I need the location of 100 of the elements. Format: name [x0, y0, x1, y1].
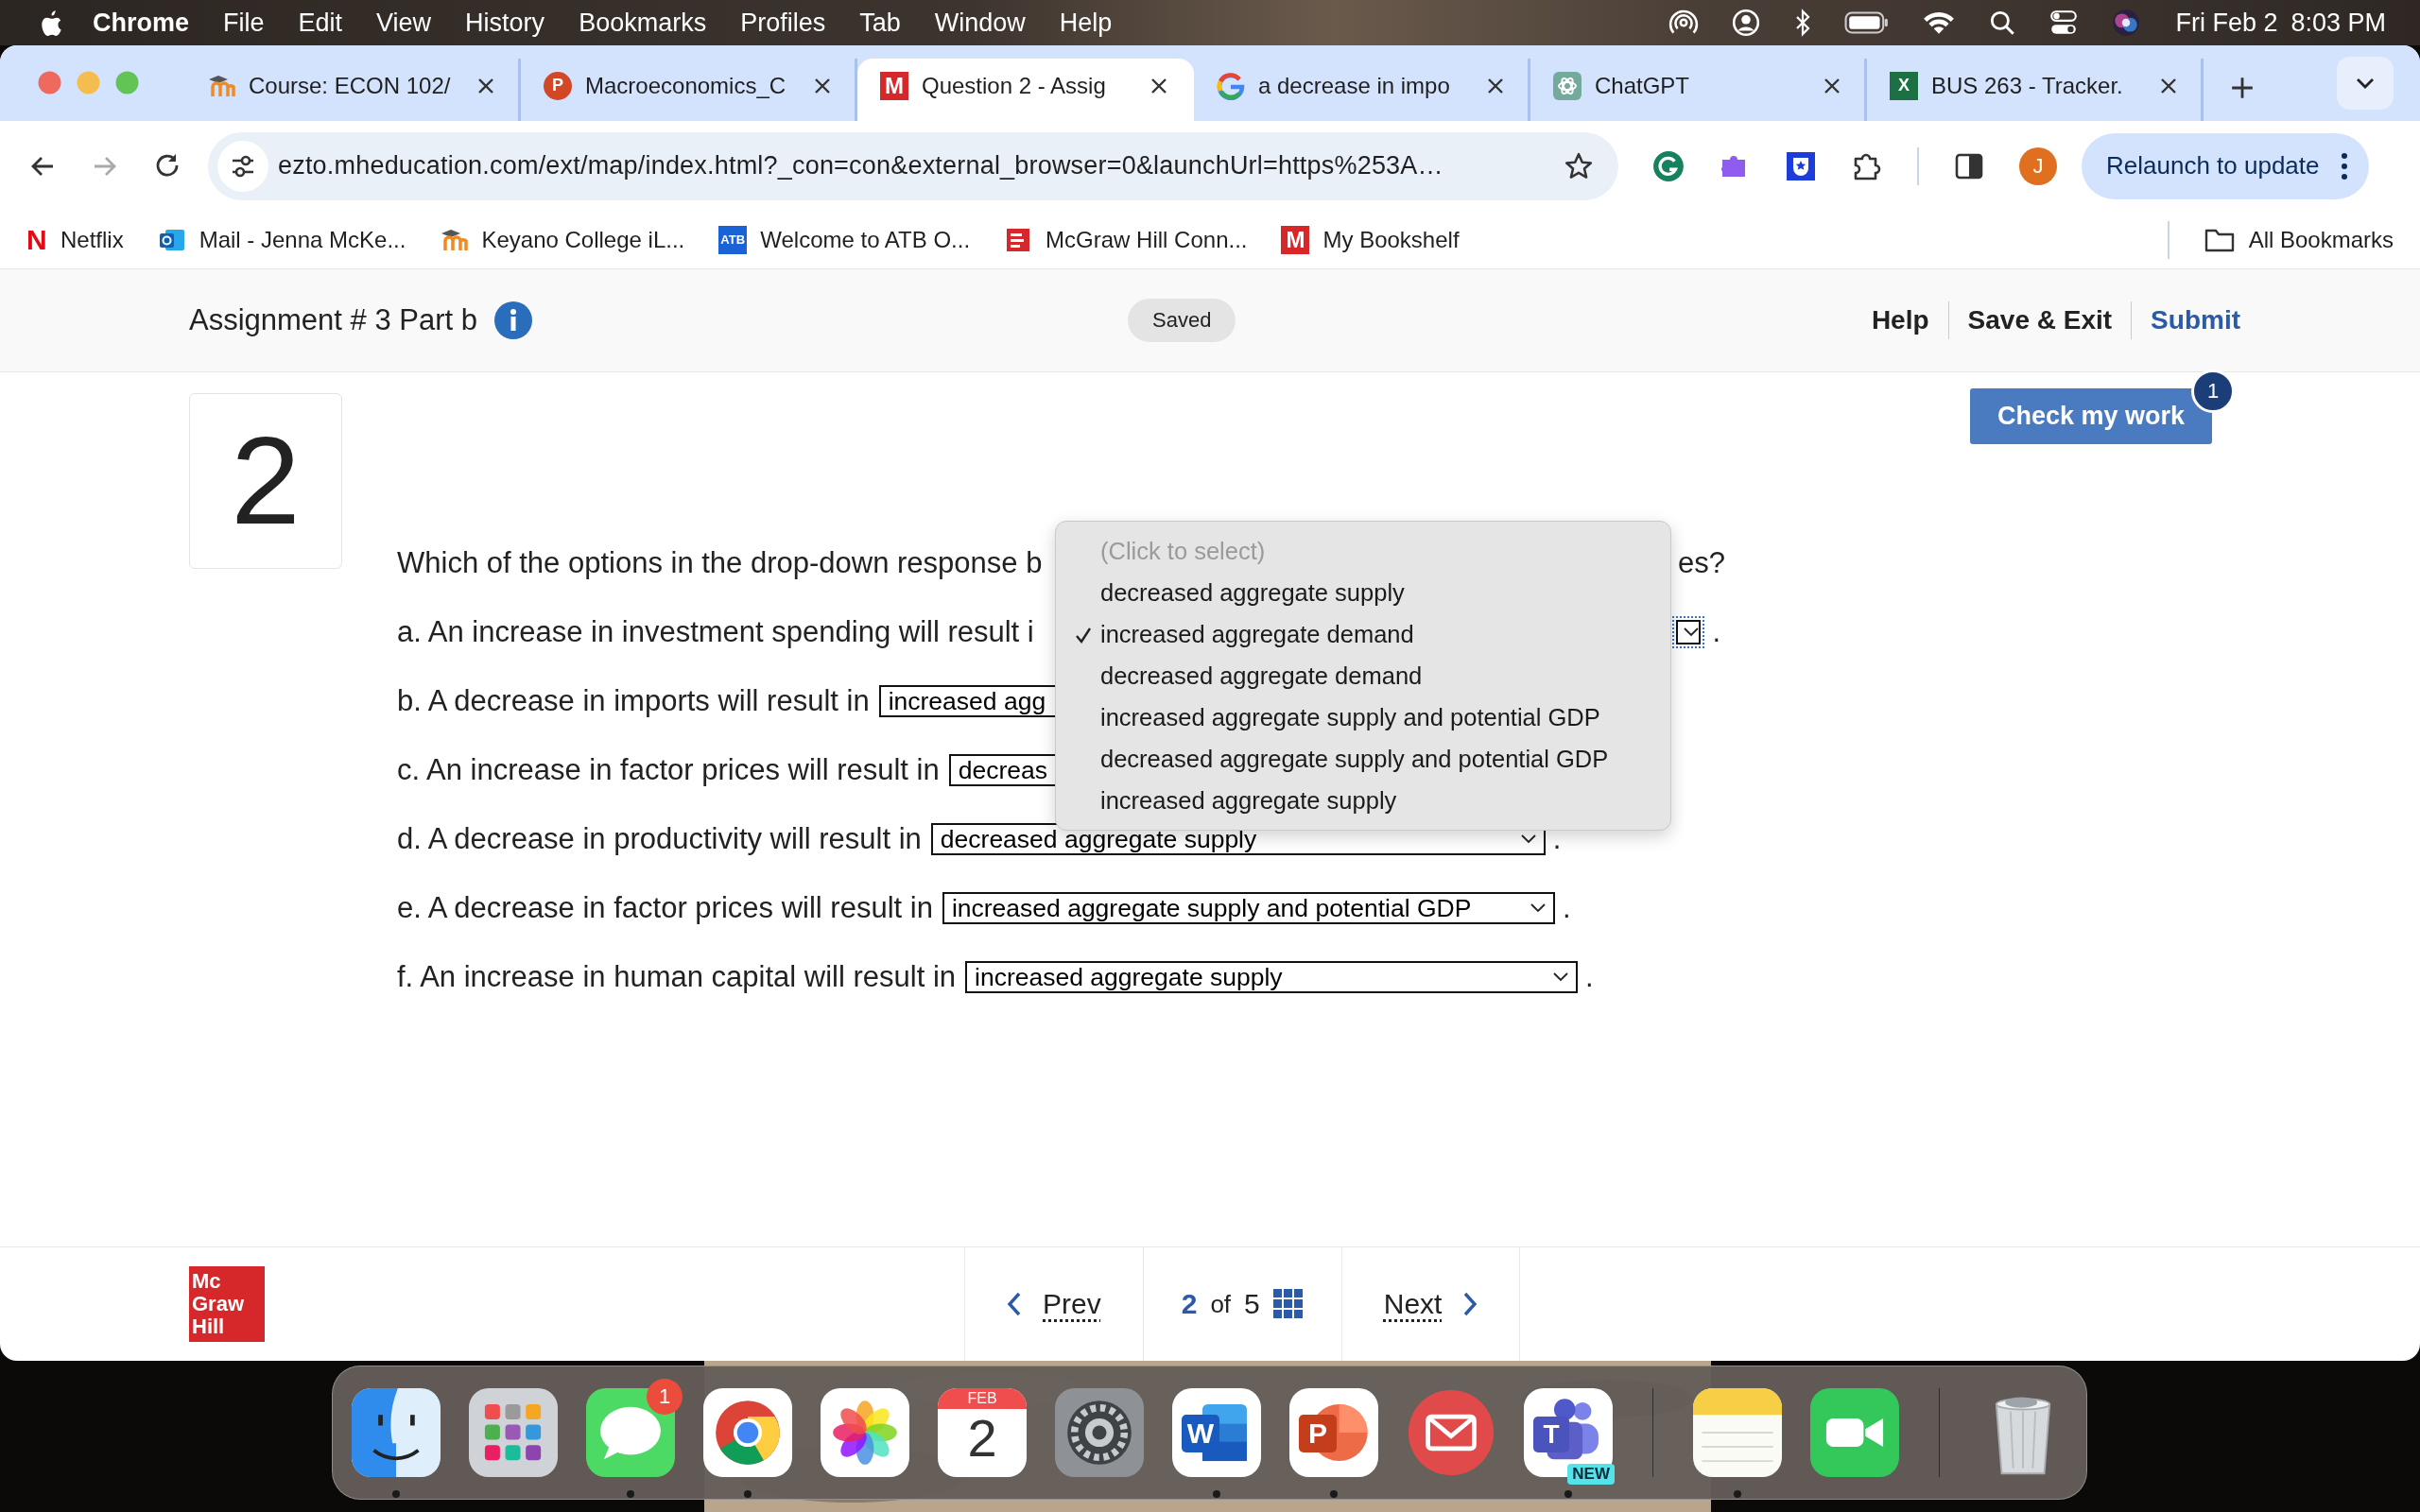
dropdown-option[interactable]: decreased aggregate supply: [1056, 572, 1670, 614]
menu-item[interactable]: Profiles: [740, 8, 826, 38]
question-item: b. A decrease in imports will result in: [397, 684, 870, 718]
browser-tab[interactable]: X BUS 263 - Tracker.: [1867, 58, 2204, 121]
close-icon[interactable]: [476, 76, 495, 95]
user-icon[interactable]: [1731, 8, 1762, 38]
question-number: 2: [189, 392, 342, 569]
wifi-icon[interactable]: [1922, 9, 1957, 36]
new-tab-icon[interactable]: [2230, 75, 2255, 100]
notepad-icon[interactable]: [1692, 1388, 1782, 1477]
menu-item[interactable]: Help: [1059, 8, 1113, 38]
browser-tab[interactable]: a decrease in impo: [1194, 58, 1530, 121]
chevron-down-icon: [1553, 972, 1568, 982]
bookmark[interactable]: Mail - Jenna McKe...: [157, 225, 406, 254]
browser-tab[interactable]: ChatGPT: [1530, 58, 1867, 121]
chevron-down-icon: [1684, 627, 1700, 637]
menu-item[interactable]: Chrome: [93, 8, 189, 38]
menu-item[interactable]: History: [465, 8, 545, 38]
question-item: d. A decrease in productivity will result in: [397, 822, 922, 856]
siri-icon[interactable]: [2111, 8, 2142, 38]
dropdown-option[interactable]: increased aggregate demand: [1056, 613, 1670, 656]
chevron-down-icon: [1530, 903, 1546, 913]
spreadsheet-icon: X: [1890, 71, 1918, 100]
calendar-icon[interactable]: FEB 2: [938, 1388, 1027, 1477]
apple-icon[interactable]: [40, 9, 64, 37]
shield-icon[interactable]: [1785, 149, 1817, 182]
face-icon[interactable]: [352, 1388, 441, 1477]
menu-bar-time[interactable]: 8:03 PM: [2290, 8, 2386, 38]
menu-item[interactable]: File: [223, 8, 265, 38]
notification-badge: 1: [647, 1379, 683, 1415]
notification-badge: NEW: [1567, 1464, 1615, 1485]
info-icon[interactable]: [494, 301, 532, 339]
gear-icon[interactable]: [1055, 1388, 1144, 1477]
close-icon[interactable]: [1486, 76, 1505, 95]
site-settings-icon[interactable]: [217, 140, 268, 192]
bookmark[interactable]: ATB Welcome to ATB O...: [718, 225, 971, 254]
answer-dropdown[interactable]: [1672, 616, 1705, 648]
menu-item[interactable]: Window: [934, 8, 1026, 38]
question-item: c. An increase in factor prices will result in: [397, 753, 940, 787]
battery-icon[interactable]: [1844, 10, 1891, 35]
browser-tab[interactable]: Course: ECON 102/: [184, 58, 521, 121]
question-text: Which of the options in the drop-down response b: [397, 546, 1043, 580]
period: .: [1585, 960, 1594, 994]
period: .: [1562, 891, 1571, 925]
browser-tab[interactable]: M Question 2 - Assig: [857, 58, 1194, 121]
question-item: f. An increase in human capital will result in: [397, 960, 956, 994]
close-icon[interactable]: [813, 76, 832, 95]
search-engine-icon: [1217, 71, 1245, 100]
envelope-icon[interactable]: [1407, 1388, 1495, 1477]
question-item: a. An increase in investment spending will result i: [397, 615, 1034, 649]
close-icon[interactable]: [1823, 76, 1841, 95]
answer-dropdown[interactable]: increased aggregate supply and potential GDP: [942, 892, 1555, 924]
chevron-down-icon: [2356, 77, 2375, 89]
question-item: e. A decrease in factor prices will result in: [397, 891, 933, 925]
bookmark[interactable]: McGraw Hill Conn...: [1004, 225, 1248, 254]
flower-icon[interactable]: [821, 1388, 909, 1477]
star-icon[interactable]: [1564, 150, 1594, 181]
bookmark-icon: ATB: [718, 225, 748, 254]
chevron-right-icon: [1462, 1292, 1478, 1317]
menu-item[interactable]: Bookmarks: [579, 8, 707, 38]
logo: Mc Graw Hill: [189, 1266, 265, 1343]
app-grid-icon[interactable]: [469, 1388, 558, 1477]
grid-icon: [1272, 1289, 1304, 1320]
knot-icon: [1553, 71, 1582, 100]
address-bar[interactable]: ezto.mheducation.com/ext/map/index.html?_con=con&external_browser=0&launchUrl=https%253A…: [208, 131, 1618, 200]
browser-icon[interactable]: [703, 1388, 792, 1477]
close-icon[interactable]: [2159, 76, 2178, 95]
header-link[interactable]: Submit: [2151, 304, 2240, 335]
more-icon[interactable]: [2340, 151, 2348, 180]
book-icon: M: [880, 71, 908, 100]
menu-item[interactable]: Tab: [859, 8, 901, 38]
relaunch-button[interactable]: Relaunch to update: [2082, 132, 2369, 199]
extension-icon[interactable]: [1652, 149, 1685, 182]
chat-bubble-icon[interactable]: [586, 1388, 675, 1477]
bookmark-icon: N: [26, 223, 47, 256]
presentation-icon: P: [544, 71, 572, 100]
all-bookmarks-button[interactable]: All Bookmarks: [2203, 226, 2394, 253]
menu-item[interactable]: View: [376, 8, 432, 38]
header-link[interactable]: Save & Exit: [1967, 304, 2113, 335]
bookmark[interactable]: M My Bookshelf: [1281, 225, 1460, 254]
bookmark[interactable]: N Netflix: [26, 223, 124, 256]
tab-search-button[interactable]: [2337, 56, 2394, 110]
chevron-left-icon: [1007, 1292, 1022, 1317]
video-camera-icon[interactable]: [1809, 1388, 1899, 1477]
document-icon[interactable]: W: [1172, 1388, 1261, 1477]
assignment-title: Assignment # 3 Part b: [189, 302, 477, 337]
question-text: es?: [1678, 546, 1725, 580]
answer-dropdown[interactable]: increased aggregate supply: [965, 961, 1578, 993]
menu-bar-date[interactable]: Fri Feb 2: [2175, 8, 2278, 38]
period: .: [1552, 822, 1562, 856]
bookmark[interactable]: Keyano College iL...: [440, 225, 685, 254]
presentation-icon[interactable]: P: [1289, 1388, 1378, 1477]
book-icon: M: [1281, 225, 1310, 254]
close-icon[interactable]: [1150, 76, 1168, 95]
saved-status: Saved: [1128, 298, 1236, 342]
chevron-down-icon: [1520, 834, 1536, 844]
menu-item[interactable]: Edit: [298, 8, 343, 38]
search-icon[interactable]: [1988, 9, 2017, 37]
header-link[interactable]: Help: [1871, 304, 1929, 335]
period: .: [1712, 615, 1720, 649]
